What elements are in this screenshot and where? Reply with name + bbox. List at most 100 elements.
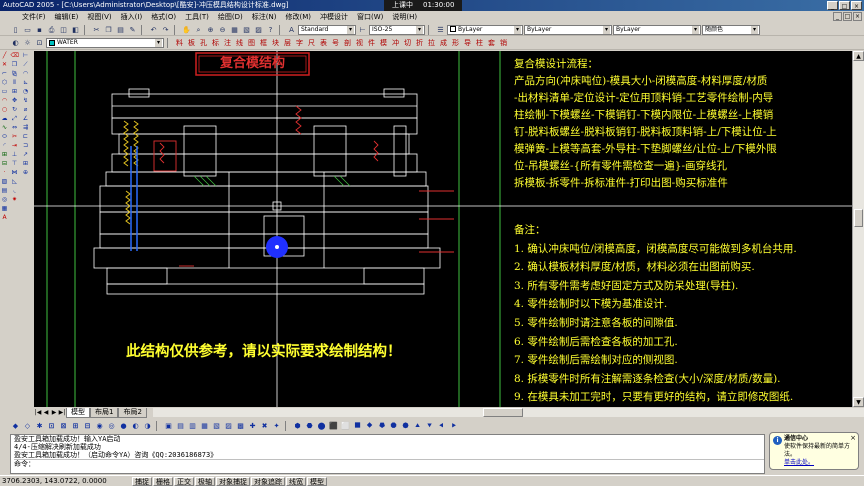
maximize-button[interactable]: □ (839, 1, 850, 10)
ellipse-arc-icon[interactable]: ◜ (1, 142, 9, 150)
minimize-button[interactable]: _ (827, 1, 838, 10)
die-tool-28-icon[interactable]: 销 (498, 38, 509, 48)
match-prop-icon[interactable]: ✎ (127, 25, 138, 35)
polygon-icon[interactable]: ⬡ (1, 79, 9, 87)
tool-ac-icon[interactable]: ⯁ (364, 421, 375, 431)
layer-lock-icon[interactable]: ⊡ (34, 38, 45, 48)
break-at-point-icon[interactable]: ⊥ (11, 151, 19, 159)
osnap-toggle[interactable]: 对象捕捉 (216, 476, 250, 486)
menu-help[interactable]: 说明(H) (392, 12, 417, 22)
save-icon[interactable]: ▪ (34, 25, 45, 35)
tool-v-icon[interactable]: ✦ (271, 421, 282, 431)
array-icon[interactable]: ⊞ (11, 88, 19, 96)
first-tab-button[interactable]: |◀ (34, 409, 42, 416)
hatch-icon[interactable]: ▨ (1, 178, 9, 186)
hscroll-thumb[interactable] (482, 408, 523, 417)
tool-palette-icon[interactable]: ▨ (253, 25, 264, 35)
circle-icon[interactable]: ○ (1, 106, 9, 114)
dim-linear-icon[interactable]: ⊢ (22, 52, 30, 60)
lineweight-select[interactable]: ByLayer (613, 24, 701, 35)
menu-window[interactable]: 窗口(W) (357, 12, 383, 22)
polyline-icon[interactable]: ⌐ (1, 70, 9, 78)
communication-center-balloon[interactable]: i × 通信中心 使软件保持最新的简单方法。 单击此处。 (769, 432, 859, 470)
tool-q-icon[interactable]: ▧ (211, 421, 222, 431)
die-tool-7-icon[interactable]: 图 (246, 38, 257, 48)
tool-aj-icon[interactable]: ⯈ (448, 421, 459, 431)
insert-block-icon[interactable]: ⊞ (1, 151, 9, 159)
zoom-window-icon[interactable]: ⊕ (205, 25, 216, 35)
layer-select[interactable]: WATER (46, 38, 164, 48)
make-block-icon[interactable]: ⊟ (1, 160, 9, 168)
color-select[interactable]: ByLayer (447, 24, 523, 35)
menu-dimension[interactable]: 标注(N) (252, 12, 277, 22)
point-icon[interactable]: · (1, 169, 9, 177)
dim-radius-icon[interactable]: ◔ (22, 88, 30, 96)
die-tool-5-icon[interactable]: 注 (222, 38, 233, 48)
die-tool-17-icon[interactable]: 件 (366, 38, 377, 48)
tool-w-icon[interactable]: ⬢ (292, 421, 303, 431)
snap-toggle[interactable]: 捕捉 (132, 476, 152, 486)
extend-icon[interactable]: ⇥ (11, 142, 19, 150)
rectangle-icon[interactable]: ▭ (1, 88, 9, 96)
help-icon[interactable]: ? (265, 25, 276, 35)
tool-ad-icon[interactable]: ⯂ (376, 421, 387, 431)
notification-link[interactable]: 单击此处。 (784, 459, 855, 467)
last-tab-button[interactable]: ▶| (58, 409, 66, 416)
die-tool-18-icon[interactable]: 模 (378, 38, 389, 48)
trim-icon[interactable]: ✂ (11, 133, 19, 141)
layer-state-icon[interactable]: ◐ (10, 38, 21, 48)
tool-c-icon[interactable]: ✱ (34, 421, 45, 431)
die-tool-27-icon[interactable]: 套 (486, 38, 497, 48)
tool-t-icon[interactable]: ✚ (247, 421, 258, 431)
tool-ae-icon[interactable]: ⯃ (388, 421, 399, 431)
tool-a-icon[interactable]: ◆ (10, 421, 21, 431)
redo-icon[interactable]: ↷ (160, 25, 171, 35)
scale-icon[interactable]: ⤢ (11, 115, 19, 123)
close-icon[interactable]: × (850, 434, 856, 442)
drawing-canvas[interactable]: 复合模结构 复合模设计流程： 产品方向(冲床吨位)-模具大小-闭模高度-材料厚度… (34, 51, 852, 407)
tool-af-icon[interactable]: ⯄ (400, 421, 411, 431)
otrack-toggle[interactable]: 对象追踪 (251, 476, 285, 486)
die-tool-11-icon[interactable]: 字 (294, 38, 305, 48)
die-tool-16-icon[interactable]: 视 (354, 38, 365, 48)
die-tool-3-icon[interactable]: 孔 (198, 38, 209, 48)
die-tool-20-icon[interactable]: 切 (402, 38, 413, 48)
menu-tools[interactable]: 工具(T) (185, 12, 209, 22)
tab-layout1[interactable]: 布局1 (90, 407, 119, 418)
dim-baseline-icon[interactable]: ⊏ (22, 133, 30, 141)
fillet-icon[interactable]: ◟ (11, 187, 19, 195)
tool-g-icon[interactable]: ⊟ (82, 421, 93, 431)
tool-ab-icon[interactable]: ⯀ (352, 421, 363, 431)
linetype-select[interactable]: ByLayer (524, 24, 612, 35)
die-tool-26-icon[interactable]: 柱 (474, 38, 485, 48)
prev-tab-button[interactable]: ◀ (42, 409, 50, 416)
menu-insert[interactable]: 插入(I) (121, 12, 143, 22)
command-window[interactable]: 盈安工具箱加载成功！输入YA启动 4/4-压缩解决刷新加载成功 盈安工具箱加载成… (10, 434, 765, 474)
die-tool-2-icon[interactable]: 板 (186, 38, 197, 48)
tolerance-icon[interactable]: ⊞ (22, 160, 30, 168)
menu-die-design[interactable]: 冲模设计 (320, 12, 348, 22)
die-tool-15-icon[interactable]: 剖 (342, 38, 353, 48)
menu-file[interactable]: 文件(F) (22, 12, 46, 22)
design-center-icon[interactable]: ▧ (241, 25, 252, 35)
revcloud-icon[interactable]: ☁ (1, 115, 9, 123)
die-tool-4-icon[interactable]: 标 (210, 38, 221, 48)
plot-icon[interactable]: ⎙ (46, 25, 57, 35)
tool-u-icon[interactable]: ✖ (259, 421, 270, 431)
offset-icon[interactable]: ⫴ (11, 79, 19, 87)
tool-aa-icon[interactable]: ⬜ (340, 421, 351, 431)
die-tool-23-icon[interactable]: 成 (438, 38, 449, 48)
zoom-previous-icon[interactable]: ⊖ (217, 25, 228, 35)
rotate-icon[interactable]: ↻ (11, 106, 19, 114)
tool-o-icon[interactable]: ▥ (187, 421, 198, 431)
scroll-thumb[interactable] (854, 209, 863, 227)
scroll-down-icon[interactable]: ▼ (853, 397, 864, 407)
text-style-select[interactable]: Standard (298, 24, 356, 35)
plot-style-select[interactable]: 随颜色 (702, 24, 760, 35)
vertical-scrollbar[interactable]: ▲ ▼ (852, 51, 864, 407)
properties-icon[interactable]: ▦ (229, 25, 240, 35)
die-tool-22-icon[interactable]: 拉 (426, 38, 437, 48)
die-tool-25-icon[interactable]: 导 (462, 38, 473, 48)
tool-p-icon[interactable]: ▦ (199, 421, 210, 431)
tool-x-icon[interactable]: ⬣ (304, 421, 315, 431)
